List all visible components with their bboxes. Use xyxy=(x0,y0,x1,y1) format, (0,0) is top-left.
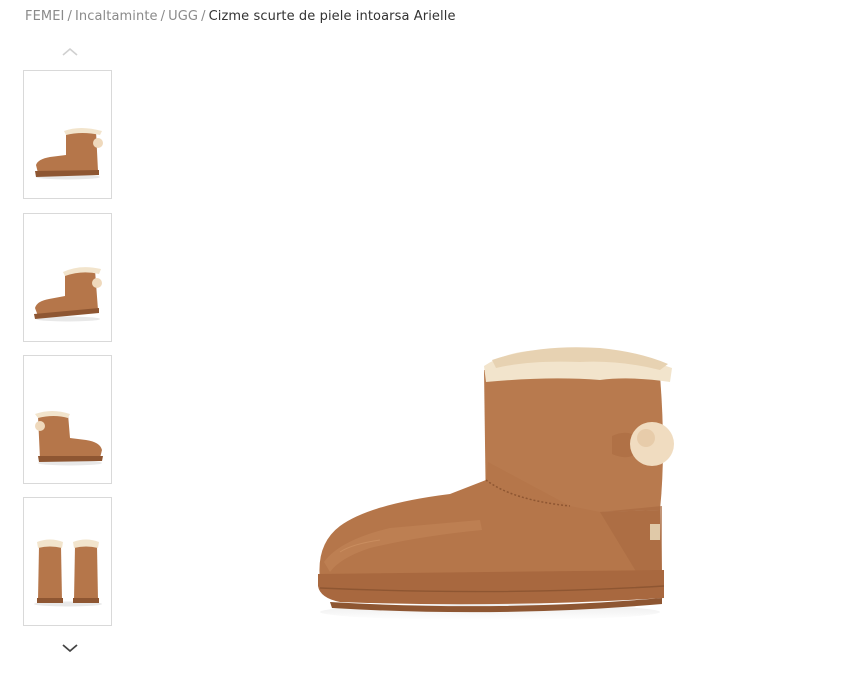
breadcrumb-item-femei[interactable]: FEMEI xyxy=(25,9,64,24)
gallery-thumbnail[interactable] xyxy=(23,213,112,342)
product-main-image[interactable] xyxy=(300,330,690,630)
gallery-thumbnail[interactable] xyxy=(23,70,112,199)
boot-main-image xyxy=(318,347,674,620)
gallery-prev-button[interactable] xyxy=(55,43,85,61)
breadcrumb-separator: / xyxy=(67,9,72,24)
boot-thumbnail-image xyxy=(35,411,103,466)
boot-thumbnail-image xyxy=(34,539,102,607)
breadcrumb-separator: / xyxy=(160,9,166,24)
gallery-thumbnail[interactable] xyxy=(23,497,112,626)
chevron-down-icon xyxy=(62,644,78,653)
breadcrumb-separator: / xyxy=(201,9,206,24)
gallery-thumbnail[interactable] xyxy=(23,355,112,484)
breadcrumb: FEMEI / Incaltaminte / UGG / Cizme scurte de p… xyxy=(25,9,456,24)
gallery-next-button[interactable] xyxy=(55,639,85,657)
boot-thumbnail-image xyxy=(34,267,102,322)
breadcrumb-item-ugg[interactable]: UGG xyxy=(168,9,198,24)
chevron-up-icon xyxy=(62,47,78,56)
breadcrumb-current: Cizme scurte de piele intoarsa Arielle xyxy=(208,9,456,24)
breadcrumb-item-incaltaminte[interactable]: Incaltaminte xyxy=(75,9,158,24)
boot-thumbnail-image xyxy=(35,128,103,180)
